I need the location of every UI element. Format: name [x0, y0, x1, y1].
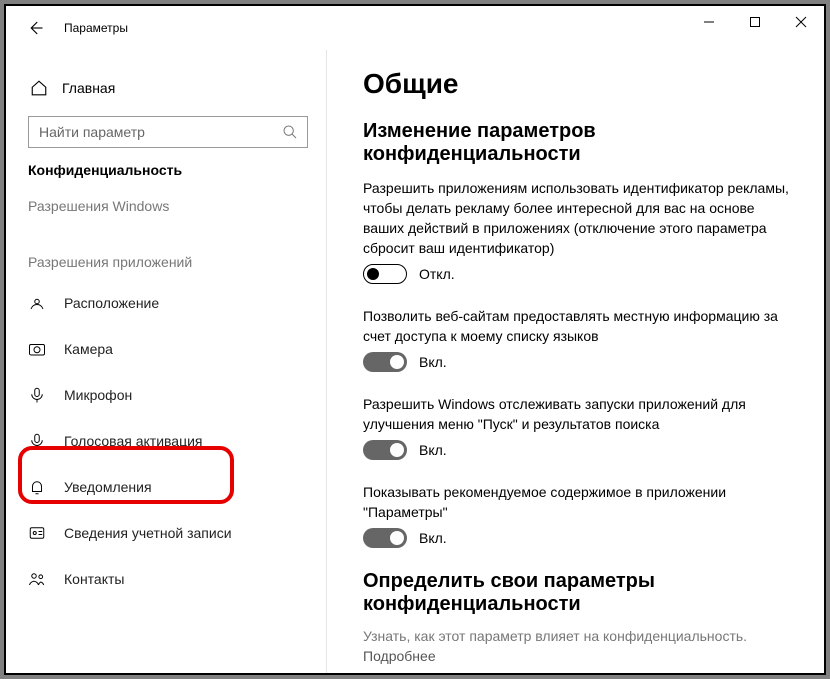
sidebar-home[interactable]: Главная — [28, 68, 316, 108]
sidebar-item-camera[interactable]: Камера — [28, 326, 316, 372]
content-area: Общие Изменение параметров конфиденциаль… — [326, 50, 824, 673]
search-box[interactable] — [28, 116, 308, 148]
microphone-icon — [28, 386, 46, 404]
window-title: Параметры — [64, 21, 128, 35]
account-icon — [28, 524, 46, 542]
toggle-label: Вкл. — [419, 530, 447, 546]
toggle-ad-id[interactable] — [363, 264, 407, 284]
toggle-language[interactable] — [363, 352, 407, 372]
setting-text: Разрешить Windows отслеживать запуски пр… — [363, 394, 794, 434]
toggle-label: Вкл. — [419, 442, 447, 458]
setting-text: Показывать рекомендуемое содержимое в пр… — [363, 482, 794, 522]
page-heading: Общие — [363, 68, 794, 100]
setting-block: Позволить веб-сайтам предоставлять местн… — [363, 306, 794, 372]
search-input[interactable] — [37, 123, 281, 141]
setting-block: Разрешить Windows отслеживать запуски пр… — [363, 394, 794, 460]
sidebar-home-label: Главная — [62, 80, 115, 96]
sidebar-item-label: Голосовая активация — [64, 433, 203, 449]
footer-link[interactable]: Подробнее — [363, 648, 794, 664]
sidebar-item-account[interactable]: Сведения учетной записи — [28, 510, 316, 556]
sidebar-item-notifications[interactable]: Уведомления — [28, 464, 316, 510]
maximize-button[interactable] — [732, 6, 778, 38]
sidebar-item-location[interactable]: Расположение — [28, 280, 316, 326]
sidebar-item-label: Расположение — [64, 295, 159, 311]
sidebar-item-label: Микрофон — [64, 387, 132, 403]
home-icon — [30, 79, 48, 97]
minimize-button[interactable] — [686, 6, 732, 38]
sidebar-group-apps: Разрешения приложений — [28, 254, 316, 270]
setting-text: Позволить веб-сайтам предоставлять местн… — [363, 306, 794, 346]
page-subheading: Изменение параметров конфиденциальности — [363, 120, 794, 166]
sidebar-item-label: Сведения учетной записи — [64, 525, 232, 541]
sidebar-item-label: Уведомления — [64, 479, 152, 495]
footer-text: Узнать, как этот параметр влияет на конф… — [363, 628, 794, 644]
titlebar: Параметры — [6, 6, 824, 50]
toggle-app-tracking[interactable] — [363, 440, 407, 460]
voice-icon — [28, 432, 46, 450]
sidebar-section-current: Конфиденциальность — [28, 162, 316, 178]
camera-icon — [28, 340, 46, 358]
sidebar-item-microphone[interactable]: Микрофон — [28, 372, 316, 418]
contacts-icon — [28, 570, 46, 588]
footer-heading: Определить свои параметры конфиденциальн… — [363, 570, 794, 616]
sidebar-nav-list: Расположение Камера Микрофон Голосовая а… — [28, 280, 316, 602]
toggle-label: Вкл. — [419, 354, 447, 370]
toggle-recommended[interactable] — [363, 528, 407, 548]
settings-window: Параметры Главная Конфиденциальность Раз — [4, 4, 826, 675]
sidebar-item-voice[interactable]: Голосовая активация — [28, 418, 316, 464]
sidebar: Главная Конфиденциальность Разрешения Wi… — [6, 50, 326, 673]
location-icon — [28, 294, 46, 312]
sidebar-item-contacts[interactable]: Контакты — [28, 556, 316, 602]
back-button[interactable] — [24, 17, 46, 39]
sidebar-item-label: Камера — [64, 341, 113, 357]
sidebar-group-windows[interactable]: Разрешения Windows — [28, 198, 316, 214]
setting-block: Разрешить приложениям использовать идент… — [363, 178, 794, 284]
close-button[interactable] — [778, 6, 824, 38]
setting-text: Разрешить приложениям использовать идент… — [363, 178, 794, 258]
setting-block: Показывать рекомендуемое содержимое в пр… — [363, 482, 794, 548]
bell-icon — [28, 478, 46, 496]
search-icon — [281, 123, 299, 141]
toggle-label: Откл. — [419, 266, 455, 282]
sidebar-item-label: Контакты — [64, 571, 124, 587]
